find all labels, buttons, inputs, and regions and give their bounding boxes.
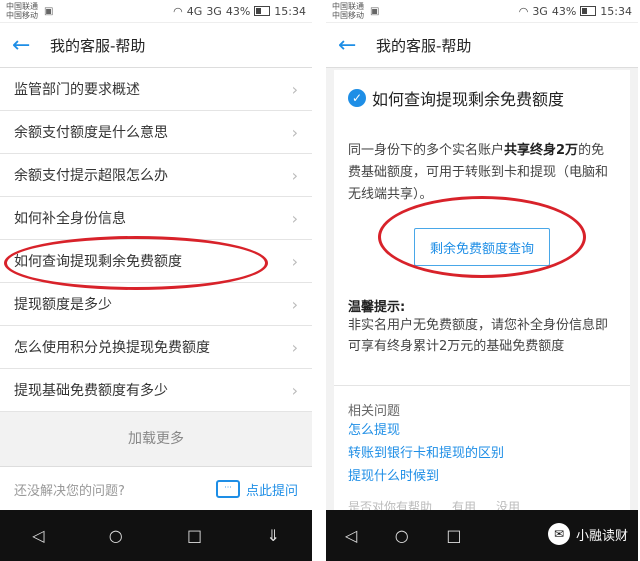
status-bar: 中国联通 中国移动 ▣ ◠ 4G 3G 43% 15:34 — [0, 0, 312, 23]
related-link[interactable]: 转账到银行卡和提现的区别 — [348, 442, 616, 465]
list-item[interactable]: 监管部门的要求概述 › — [0, 68, 312, 111]
chevron-right-icon: › — [291, 208, 298, 228]
nav-home-icon[interactable]: ○ — [109, 526, 123, 545]
nav-recent-icon[interactable]: □ — [187, 526, 202, 545]
battery-icon — [254, 6, 271, 16]
useless-button[interactable]: 没用 — [496, 498, 520, 510]
wechat-logo-icon: ✉ — [547, 523, 570, 545]
left-phone-screen: 中国联通 中国移动 ▣ ◠ 4G 3G 43% 15:34 ← 我的客服-帮助 … — [0, 0, 312, 561]
ask-prompt: 还没解决您的问题? — [14, 483, 125, 499]
article-card: ✓ 如何查询提现剩余免费额度 同一身份下的多个实名账户共享终身2万的免费基础额度… — [334, 70, 630, 510]
page-title: 我的客服-帮助 — [376, 36, 472, 55]
chevron-right-icon: › — [291, 122, 298, 142]
chat-icon: ··· — [215, 480, 240, 498]
status-bar: 中国联通 中国移动 ▣ ◠ 3G 43% 15:34 — [326, 0, 638, 23]
watermark: ✉ 小融读财 — [547, 523, 628, 545]
carrier-label: 中国联通 中国移动 — [6, 2, 38, 20]
system-nav-bar: ◁ ○ □ ⇓ — [0, 510, 312, 561]
divider — [334, 385, 630, 386]
load-more-button[interactable]: 加载更多 — [0, 420, 312, 456]
chevron-right-icon: › — [291, 251, 298, 271]
list-item[interactable]: 余额支付提示超限怎么办 › — [0, 154, 312, 197]
ask-bar: 还没解决您的问题? ··· 点此提问 — [0, 466, 312, 511]
signal-label: 3G — [532, 4, 548, 18]
list-item[interactable]: 提现基础免费额度有多少 › — [0, 369, 312, 412]
red-highlight-circle — [378, 196, 586, 278]
nav-back-icon[interactable]: ◁ — [345, 526, 357, 545]
useful-button[interactable]: 有用 — [452, 498, 476, 510]
list-item[interactable]: 如何补全身份信息 › — [0, 197, 312, 240]
chevron-right-icon: › — [291, 380, 298, 400]
back-arrow-icon[interactable]: ← — [12, 33, 40, 58]
chevron-right-icon: › — [291, 165, 298, 185]
wifi-icon: ◠ — [518, 4, 529, 18]
nav-back-icon[interactable]: ◁ — [32, 526, 44, 545]
nav-down-icon[interactable]: ⇓ — [266, 526, 279, 545]
header: ← 我的客服-帮助 — [326, 23, 638, 68]
battery-percent: 43% — [225, 4, 251, 18]
helpful-row: 是否对你有帮助 有用 没用 — [348, 498, 616, 510]
carrier-label: 中国联通 中国移动 — [332, 2, 364, 20]
related-heading: 相关问题 — [348, 404, 401, 419]
nav-recent-icon[interactable]: □ — [446, 526, 461, 545]
helpful-question: 是否对你有帮助 — [348, 500, 433, 510]
battery-percent: 43% — [551, 4, 577, 18]
related-link[interactable]: 怎么提现 — [348, 419, 616, 442]
signal-label: 3G — [206, 4, 222, 18]
chevron-right-icon: › — [291, 294, 298, 314]
back-arrow-icon[interactable]: ← — [338, 33, 366, 58]
image-icon: ▣ — [370, 5, 380, 17]
page-title: 我的客服-帮助 — [50, 36, 146, 55]
nav-home-icon[interactable]: ○ — [395, 526, 409, 545]
tip-text: 非实名用户无免费额度，请您补全身份信息即可享有终身累计2万元的基础免费额度 — [348, 318, 609, 354]
check-circle-icon: ✓ — [348, 89, 366, 107]
header: ← 我的客服-帮助 — [0, 23, 312, 68]
clock: 15:34 — [600, 4, 632, 18]
list-item[interactable]: 余额支付额度是什么意思 › — [0, 111, 312, 154]
article-title: ✓ 如何查询提现剩余免费额度 — [348, 86, 616, 110]
ask-question-link[interactable]: ··· 点此提问 — [215, 480, 298, 499]
right-phone-screen: 中国联通 中国移动 ▣ ◠ 3G 43% 15:34 ← 我的客服-帮助 ✓ 如… — [326, 0, 638, 561]
related-link[interactable]: 提现什么时候到 — [348, 465, 616, 488]
clock: 15:34 — [274, 4, 306, 18]
tip-heading: 温馨提示: — [348, 300, 406, 315]
chevron-right-icon: › — [291, 79, 298, 99]
chevron-right-icon: › — [291, 337, 298, 357]
image-icon: ▣ — [44, 5, 54, 17]
network-label: 4G — [186, 4, 203, 18]
list-item[interactable]: 怎么使用积分兑换提现免费额度 › — [0, 326, 312, 369]
wifi-icon: ◠ — [173, 4, 183, 18]
red-highlight-circle — [4, 236, 268, 290]
battery-icon — [580, 6, 597, 16]
